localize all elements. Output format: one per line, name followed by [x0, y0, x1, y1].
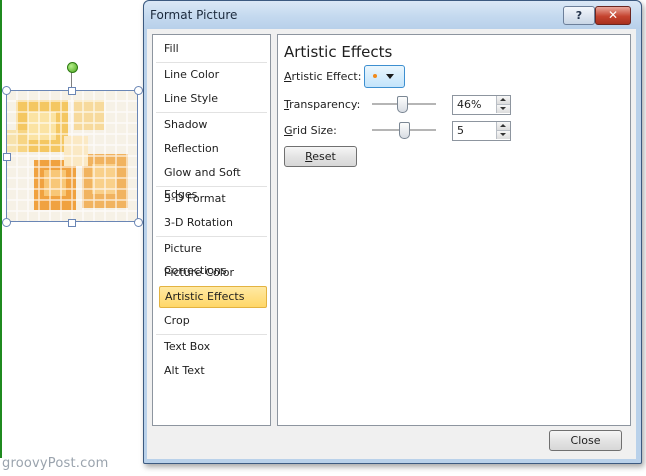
- effect-preview-icon: [373, 74, 377, 78]
- rotation-handle[interactable]: [67, 62, 78, 73]
- resize-handle-left[interactable]: [3, 153, 11, 161]
- grid-size-label: Grid Size:: [284, 124, 337, 137]
- nav-item-fill[interactable]: Fill: [159, 38, 267, 60]
- chevron-down-icon: [386, 74, 394, 79]
- grid-size-value[interactable]: 5: [457, 124, 464, 137]
- resize-handle-top-right[interactable]: [134, 86, 143, 95]
- transparency-increment-button[interactable]: [496, 96, 510, 105]
- transparency-slider-thumb[interactable]: [397, 96, 408, 113]
- page-edge: [0, 0, 2, 458]
- nav-item-shadow[interactable]: Shadow: [159, 114, 267, 136]
- close-icon: ✕: [607, 8, 619, 22]
- watermark-text: groovyPost.com: [2, 456, 109, 471]
- nav-item-glow-soft-edges[interactable]: Glow and Soft Edges: [159, 162, 267, 201]
- artistic-effect-label: Artistic Effect:: [284, 70, 362, 83]
- category-list: Fill Line Color Line Style Shadow Reflec…: [152, 34, 271, 426]
- selected-picture[interactable]: [6, 90, 138, 222]
- document-canvas: [0, 0, 150, 476]
- resize-handle-top[interactable]: [68, 87, 76, 95]
- grid-size-spinbox[interactable]: 5: [452, 121, 511, 141]
- nav-item-line-color[interactable]: Line Color: [159, 64, 267, 86]
- grid-size-decrement-button[interactable]: [496, 131, 510, 139]
- dialog-client-area: Fill Line Color Line Style Shadow Reflec…: [147, 29, 636, 459]
- nav-item-picture-corrections[interactable]: Picture Corrections: [159, 238, 267, 277]
- title-close-button[interactable]: ✕: [595, 6, 631, 25]
- grid-size-slider-thumb[interactable]: [399, 122, 410, 139]
- resize-handle-bottom-right[interactable]: [134, 218, 143, 227]
- nav-separator: [156, 112, 267, 113]
- resize-handle-top-left[interactable]: [2, 86, 11, 95]
- nav-separator: [156, 62, 267, 63]
- artistic-effect-dropdown[interactable]: [364, 65, 405, 88]
- nav-separator: [156, 334, 267, 335]
- help-icon: ?: [575, 9, 583, 22]
- close-button[interactable]: Close: [549, 430, 622, 451]
- reset-button[interactable]: Reset: [284, 146, 357, 167]
- dialog-titlebar[interactable]: Format Picture ? ✕: [144, 1, 641, 29]
- resize-handle-bottom-left[interactable]: [2, 218, 11, 227]
- nav-item-picture-color[interactable]: Picture Color: [159, 262, 267, 284]
- nav-separator: [156, 236, 267, 237]
- nav-item-alt-text[interactable]: Alt Text: [159, 360, 267, 382]
- transparency-label: Transparency:: [284, 98, 361, 111]
- panel-title: Artistic Effects: [284, 43, 393, 61]
- nav-item-text-box[interactable]: Text Box: [159, 336, 267, 358]
- grid-size-increment-button[interactable]: [496, 122, 510, 131]
- format-picture-dialog: Format Picture ? ✕ Fill Line Color Line …: [143, 0, 642, 464]
- nav-item-reflection[interactable]: Reflection: [159, 138, 267, 160]
- resize-handle-bottom[interactable]: [68, 219, 76, 227]
- transparency-value[interactable]: 46%: [457, 98, 481, 111]
- transparency-decrement-button[interactable]: [496, 105, 510, 113]
- nav-item-line-style[interactable]: Line Style: [159, 88, 267, 110]
- transparency-spinbox[interactable]: 46%: [452, 95, 511, 115]
- nav-separator: [156, 186, 267, 187]
- help-button[interactable]: ?: [563, 6, 595, 25]
- nav-item-3d-format[interactable]: 3-D Format: [159, 188, 267, 210]
- nav-item-artistic-effects[interactable]: Artistic Effects: [159, 286, 267, 308]
- artistic-effects-panel: Artistic Effects Artistic Effect: Transp…: [277, 34, 631, 426]
- dialog-title: Format Picture: [150, 8, 238, 22]
- nav-item-crop[interactable]: Crop: [159, 310, 267, 332]
- nav-item-3d-rotation[interactable]: 3-D Rotation: [159, 212, 267, 234]
